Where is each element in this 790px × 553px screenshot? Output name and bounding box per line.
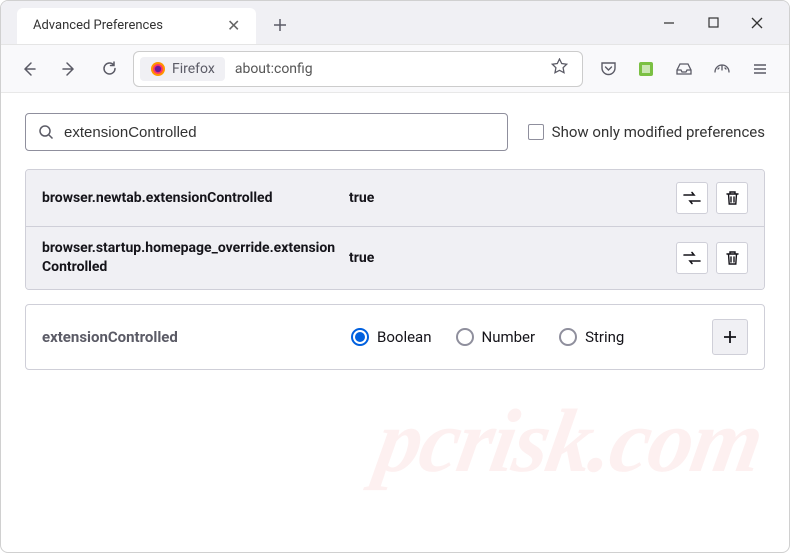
identity-box[interactable]: Firefox — [140, 57, 225, 81]
forward-button[interactable] — [53, 53, 85, 85]
pref-value: true — [349, 250, 664, 266]
search-box[interactable] — [25, 113, 508, 151]
radio-boolean[interactable]: Boolean — [351, 328, 432, 346]
watermark: pcrisk.com — [368, 390, 769, 493]
window-controls — [657, 11, 781, 35]
downloads-button[interactable] — [667, 53, 701, 85]
tab-title: Advanced Preferences — [33, 18, 163, 33]
firefox-icon — [150, 61, 166, 77]
account-button[interactable] — [705, 53, 739, 85]
pocket-button[interactable] — [591, 53, 625, 85]
navigation-toolbar: Firefox about:config — [1, 45, 789, 93]
maximize-icon — [708, 17, 719, 28]
tab-advanced-preferences[interactable]: Advanced Preferences ✕ — [17, 8, 256, 44]
trash-icon — [725, 250, 740, 266]
toggle-button[interactable] — [676, 242, 708, 274]
url-bar[interactable]: Firefox about:config — [133, 51, 583, 87]
toolbar-icons — [591, 53, 777, 85]
close-window-button[interactable] — [745, 11, 769, 35]
extension-icon — [638, 61, 654, 77]
config-content: Show only modified preferences browser.n… — [1, 93, 789, 390]
minimize-button[interactable] — [657, 11, 681, 35]
reload-icon — [101, 60, 118, 77]
toggle-icon — [683, 251, 701, 265]
delete-button[interactable] — [716, 182, 748, 214]
type-radio-group: Boolean Number String — [351, 328, 698, 346]
pref-row: browser.newtab.extensionControlled true — [26, 170, 764, 227]
extension-button[interactable] — [629, 53, 663, 85]
identity-label: Firefox — [172, 61, 215, 77]
dashboard-icon — [713, 60, 731, 78]
radio-label: Boolean — [377, 328, 432, 346]
plus-icon — [272, 17, 288, 33]
new-preference-row: extensionControlled Boolean Number Strin… — [25, 304, 765, 370]
search-icon — [38, 124, 54, 140]
plus-icon — [722, 329, 738, 345]
show-modified-checkbox[interactable]: Show only modified preferences — [528, 123, 765, 141]
search-row: Show only modified preferences — [25, 113, 765, 151]
bookmark-button[interactable] — [541, 58, 578, 79]
new-pref-name: extensionControlled — [42, 328, 337, 346]
new-tab-button[interactable] — [264, 10, 296, 42]
radio-label: Number — [482, 328, 536, 346]
reload-button[interactable] — [93, 53, 125, 85]
tabs-container: Advanced Preferences ✕ — [9, 2, 657, 44]
pref-name: browser.newtab.extensionControlled — [42, 189, 337, 208]
preferences-table: browser.newtab.extensionControlled true … — [25, 169, 765, 290]
checkbox-label: Show only modified preferences — [552, 123, 765, 141]
radio-icon — [559, 328, 577, 346]
star-icon — [551, 58, 568, 75]
menu-button[interactable] — [743, 53, 777, 85]
checkbox-icon — [528, 124, 544, 140]
pref-actions — [676, 182, 748, 214]
titlebar: Advanced Preferences ✕ — [1, 1, 789, 45]
radio-icon — [456, 328, 474, 346]
pocket-icon — [600, 60, 617, 77]
pref-value: true — [349, 190, 664, 206]
close-icon — [751, 17, 763, 29]
add-button[interactable] — [712, 319, 748, 355]
radio-label: String — [585, 328, 624, 346]
radio-string[interactable]: String — [559, 328, 624, 346]
arrow-left-icon — [20, 60, 38, 78]
close-icon[interactable]: ✕ — [223, 16, 244, 36]
pref-name: browser.startup.homepage_override.extens… — [42, 239, 337, 277]
arrow-right-icon — [60, 60, 78, 78]
browser-window: Advanced Preferences ✕ — [0, 0, 790, 553]
delete-button[interactable] — [716, 242, 748, 274]
toggle-button[interactable] — [676, 182, 708, 214]
pref-row: browser.startup.homepage_override.extens… — [26, 227, 764, 289]
hamburger-icon — [752, 61, 768, 77]
radio-icon — [351, 328, 369, 346]
url-text: about:config — [229, 61, 539, 77]
search-input[interactable] — [64, 124, 495, 141]
minimize-icon — [663, 17, 675, 29]
pref-actions — [676, 242, 748, 274]
toggle-icon — [683, 191, 701, 205]
inbox-icon — [675, 60, 693, 78]
radio-number[interactable]: Number — [456, 328, 536, 346]
back-button[interactable] — [13, 53, 45, 85]
trash-icon — [725, 190, 740, 206]
maximize-button[interactable] — [701, 11, 725, 35]
